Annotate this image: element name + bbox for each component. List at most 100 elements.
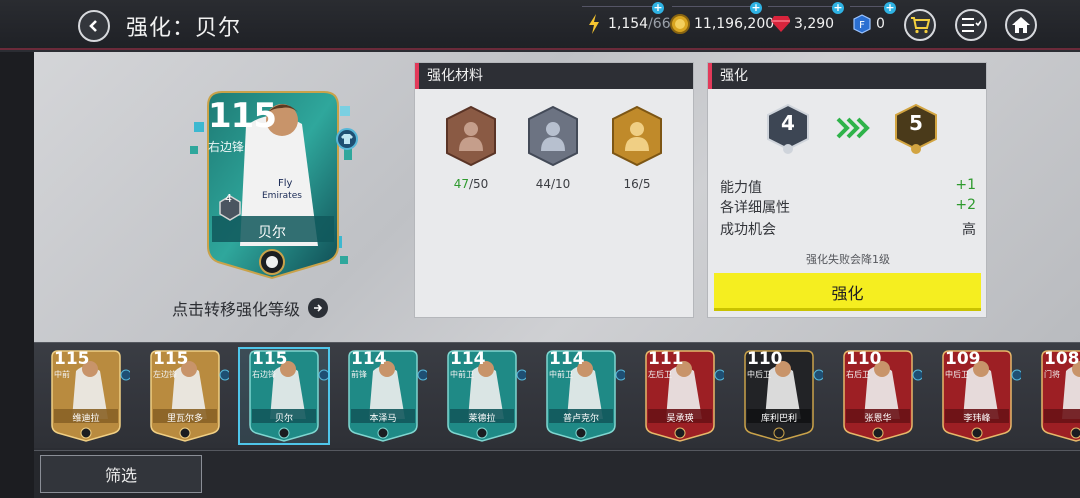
home-button[interactable] xyxy=(1005,9,1037,41)
svg-text:Fly: Fly xyxy=(278,178,293,189)
strip-player-card[interactable]: 115 左边锋里瓦尔多 xyxy=(141,349,231,443)
transfer-label: 点击转移强化等级 xyxy=(172,300,301,319)
strip-player-card[interactable]: 108 门将 xyxy=(1032,349,1080,443)
mini-card-name: 李玮峰 xyxy=(963,414,991,424)
material-gold[interactable]: 16/5 xyxy=(609,105,665,191)
strip-player-card[interactable]: 110 右后卫张恩华 xyxy=(834,349,924,443)
strip-player-card[interactable]: 115 右边锋 贝尔 xyxy=(238,347,330,445)
coin-icon xyxy=(670,14,690,34)
mini-card-ovr: 115 xyxy=(153,349,189,369)
mini-card-position: 左边锋 xyxy=(153,370,177,379)
failure-warning: 强化失败会降1级 xyxy=(806,253,890,266)
stat-label: 成功机会 xyxy=(720,222,776,238)
mini-card-position: 门将 xyxy=(1044,370,1060,379)
strip-player-card[interactable]: 114 中前卫 普卢克尔 xyxy=(537,349,627,443)
card-position: 右边锋 xyxy=(208,140,245,154)
material-gold-count: 16/5 xyxy=(623,177,651,191)
chevron-left-icon xyxy=(89,20,97,32)
gold-player-icon xyxy=(612,105,662,167)
enhance-button[interactable]: 强化 xyxy=(714,273,981,311)
divider xyxy=(672,6,760,7)
divider xyxy=(768,6,840,7)
energy-value: 1,154 xyxy=(608,16,649,32)
current-rank-badge: 4 xyxy=(766,103,810,155)
back-button[interactable] xyxy=(78,10,110,42)
strip-player-card[interactable]: 114 中前卫莱德拉 xyxy=(438,349,528,443)
arrow-right-icon xyxy=(308,298,329,318)
silver-player-icon xyxy=(528,105,578,167)
strip-player-card[interactable]: 114 前锋本泽马 xyxy=(339,349,429,443)
menu-button[interactable] xyxy=(955,9,987,41)
mini-card-ovr: 110 xyxy=(747,349,783,369)
stat-row-success: 成功机会 高 xyxy=(720,219,976,239)
mini-card-name: 张恩华 xyxy=(864,414,892,424)
mini-card-name: 本泽马 xyxy=(369,414,397,424)
svg-text:Emirates: Emirates xyxy=(262,191,302,201)
mini-card-name: 里瓦尔多 xyxy=(166,414,203,424)
player-card-strip: 115 中前 维迪拉 115 左边锋 里瓦尔多 115 右边锋 贝尔 114 前锋 本泽马 114 中前卫… xyxy=(34,342,1080,448)
material-silver[interactable]: 44/10 xyxy=(525,105,581,191)
mini-card-ovr: 110 xyxy=(846,349,882,369)
mini-card-ovr: 114 xyxy=(450,349,486,369)
mini-card-position: 中前卫 xyxy=(450,370,474,379)
filter-button[interactable]: 筛选 xyxy=(40,455,202,493)
mini-card-position: 中前 xyxy=(54,370,70,379)
material-bronze[interactable]: 47/50 xyxy=(443,105,499,191)
mini-card-position: 中前卫 xyxy=(549,370,573,379)
stat-label: 能力值 xyxy=(720,180,762,196)
mini-card-position: 中后卫 xyxy=(747,370,771,379)
lightning-icon xyxy=(584,14,604,34)
add-coins-button[interactable]: + xyxy=(750,2,762,14)
mini-card-position: 右后卫 xyxy=(846,370,870,379)
list-check-icon xyxy=(962,18,981,32)
strip-player-card[interactable]: 115 中前 维迪拉 xyxy=(42,349,132,443)
next-rank-badge: 5 xyxy=(894,103,938,155)
mini-card-position: 中后卫 xyxy=(945,370,969,379)
add-points-button[interactable]: + xyxy=(884,2,896,14)
transfer-enhance-link[interactable]: 点击转移强化等级 xyxy=(172,296,329,320)
bottom-bar: 筛选 xyxy=(34,450,1080,498)
energy-max: /66 xyxy=(648,16,671,32)
mini-card-ovr: 108 xyxy=(1044,349,1080,369)
mini-card-ovr: 114 xyxy=(549,349,585,369)
materials-header: 强化材料 xyxy=(415,63,693,89)
mini-card-ovr: 109 xyxy=(945,349,981,369)
mini-card-position: 前锋 xyxy=(351,370,367,379)
strip-player-card[interactable]: 111 左后卫 吴承瑛 xyxy=(636,349,726,443)
add-energy-button[interactable]: + xyxy=(652,2,664,14)
mini-card-ovr: 111 xyxy=(648,349,684,369)
strip-player-card[interactable]: 109 中后卫李玮峰 xyxy=(933,349,1023,443)
fifa-points-counter: F 0 xyxy=(852,14,885,34)
next-rank-value: 5 xyxy=(909,111,923,135)
gems-counter: 3,290 xyxy=(770,14,834,34)
card-ovr: 115 xyxy=(208,96,277,136)
mini-card-ovr: 114 xyxy=(351,349,387,369)
mini-card-ovr: 115 xyxy=(252,349,288,369)
fifa-points-icon: F xyxy=(852,14,872,34)
enhance-header: 强化 xyxy=(708,63,986,89)
shop-button[interactable] xyxy=(904,9,936,41)
mini-card-name: 莱德拉 xyxy=(468,414,496,424)
stat-label: 各详细属性 xyxy=(720,200,790,216)
stat-value: 高 xyxy=(962,222,976,238)
enhance-panel: 强化 4 5 能力值 +1 各详细属性 +2 成功机会 高 强化失败会降1级 强… xyxy=(707,62,987,318)
left-edge xyxy=(0,52,34,498)
top-bar: 强化：贝尔 + 1,154/66 + 11,196,200 + 3,290 + … xyxy=(0,0,1080,50)
mini-card-name: 维迪拉 xyxy=(72,414,100,424)
fifa-points-value: 0 xyxy=(876,16,885,32)
coins-value: 11,196,200 xyxy=(694,16,775,32)
svg-text:F: F xyxy=(859,20,865,31)
stat-value: +2 xyxy=(955,197,976,213)
stat-row-ovr: 能力值 +1 xyxy=(720,177,976,197)
page-title: 强化：贝尔 xyxy=(126,16,242,41)
double-chevron-right-icon xyxy=(836,117,872,143)
material-bronze-count: 47/50 xyxy=(453,177,489,191)
mini-card-name: 贝尔 xyxy=(274,414,293,424)
player-card[interactable]: Fly Emirates 115 右边锋 4 贝尔 xyxy=(190,86,358,282)
strip-player-card[interactable]: 110 中后卫 库利巴利 xyxy=(735,349,825,443)
stat-value: +1 xyxy=(955,177,976,193)
divider xyxy=(582,6,662,7)
bronze-player-icon xyxy=(446,105,496,167)
add-gems-button[interactable]: + xyxy=(832,2,844,14)
stat-row-attributes: 各详细属性 +2 xyxy=(720,197,976,217)
